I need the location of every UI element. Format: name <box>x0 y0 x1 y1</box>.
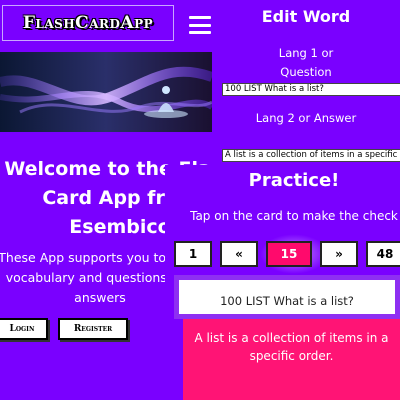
hero-image <box>0 52 212 132</box>
lang2-label: Lang 2 or Answer <box>255 111 357 125</box>
card-pager: 1 « 15 » 48 <box>174 241 400 267</box>
app-header: FlashCardApp <box>0 0 212 48</box>
app-brand[interactable]: FlashCardApp <box>2 5 174 41</box>
auth-buttons: Login Register <box>0 318 128 340</box>
lang1-input[interactable]: 100 LIST What is a list? <box>222 83 400 96</box>
question-text: 100 LIST What is a list? <box>220 294 354 308</box>
lang1-label: Lang 1 or Question <box>278 46 334 79</box>
edit-title: Edit Word <box>261 7 351 26</box>
practice-title: Practice! <box>248 170 340 191</box>
edit-word-panel: Edit Word Lang 1 or Question 100 LIST Wh… <box>212 0 400 165</box>
lang2-input[interactable]: A list is a collection of items in a spe… <box>222 149 400 162</box>
first-page-button[interactable]: 1 <box>174 241 212 267</box>
practice-panel: Practice! Tap on the card to make the ch… <box>165 165 400 400</box>
flashcard-question[interactable]: 100 LIST What is a list? <box>174 275 400 319</box>
flashcard-answer[interactable]: A list is a collection of items in a spe… <box>183 319 400 400</box>
last-page-button[interactable]: 48 <box>366 241 400 267</box>
answer-text: A list is a collection of items in a spe… <box>194 331 389 363</box>
next-page-button[interactable]: » <box>320 241 358 267</box>
current-page-button[interactable]: 15 <box>266 241 312 267</box>
prev-page-button[interactable]: « <box>220 241 258 267</box>
login-button[interactable]: Login <box>0 318 48 340</box>
brand-text: FlashCardApp <box>22 13 154 33</box>
hamburger-menu-icon[interactable] <box>189 16 211 34</box>
practice-subtitle: Tap on the card to make the check <box>190 209 398 223</box>
register-button[interactable]: Register <box>58 318 128 340</box>
